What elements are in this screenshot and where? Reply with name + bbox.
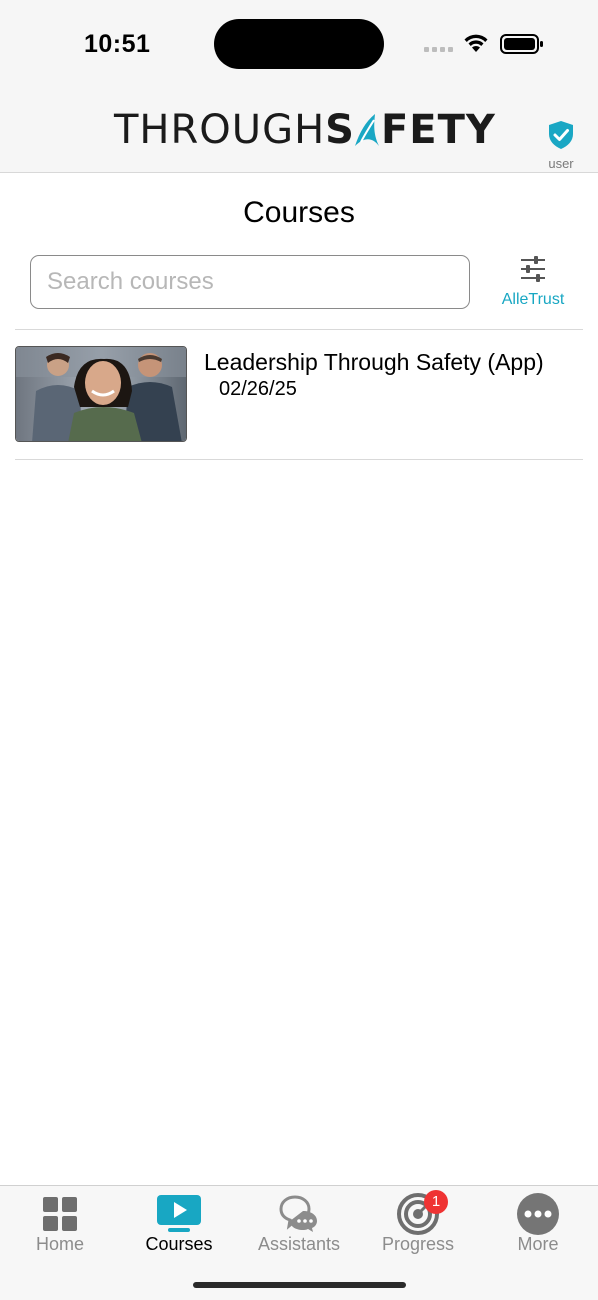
wifi-icon bbox=[464, 34, 488, 52]
chat-bubbles-icon bbox=[279, 1195, 317, 1232]
tab-assistants[interactable]: Assistants bbox=[239, 1194, 359, 1256]
dynamic-island bbox=[214, 19, 384, 69]
more-dots-icon bbox=[517, 1193, 559, 1235]
course-list-item[interactable]: Leadership Through Safety (App) 02/26/25 bbox=[15, 331, 583, 459]
battery-icon bbox=[500, 34, 543, 54]
sliders-icon bbox=[521, 256, 545, 282]
tab-courses[interactable]: Courses bbox=[119, 1194, 239, 1256]
leaf-a-icon bbox=[353, 112, 383, 148]
user-profile-button[interactable]: user bbox=[540, 120, 582, 171]
divider bbox=[15, 459, 583, 460]
cellular-signal-icon bbox=[424, 47, 453, 52]
filter-label: AlleTrust bbox=[501, 291, 565, 308]
tab-label: Courses bbox=[145, 1234, 213, 1254]
home-indicator bbox=[193, 1282, 406, 1288]
app-header: THROUGH S FETY user bbox=[0, 88, 598, 173]
user-label: user bbox=[548, 156, 574, 171]
throughsafety-logo: THROUGH S FETY bbox=[114, 107, 496, 153]
page-title: Courses bbox=[243, 196, 355, 229]
status-bar: 10:51 bbox=[0, 0, 598, 88]
filter-button[interactable]: AlleTrust bbox=[496, 256, 570, 308]
course-thumbnail bbox=[15, 346, 187, 442]
course-title: Leadership Through Safety (App) bbox=[204, 349, 544, 375]
verified-shield-icon bbox=[549, 121, 573, 149]
tab-label: More bbox=[517, 1234, 559, 1254]
status-time: 10:51 bbox=[84, 30, 151, 58]
tab-more[interactable]: More bbox=[478, 1193, 598, 1256]
tab-label: Progress bbox=[381, 1234, 455, 1254]
course-date: 02/26/25 bbox=[219, 378, 297, 400]
tab-progress[interactable]: 1 Progress bbox=[358, 1190, 478, 1256]
search-input[interactable] bbox=[30, 255, 470, 309]
tab-label: Home bbox=[35, 1234, 84, 1254]
grid-icon bbox=[43, 1197, 77, 1231]
notification-badge: 1 bbox=[424, 1190, 448, 1214]
divider bbox=[15, 329, 583, 330]
play-screen-icon bbox=[157, 1195, 201, 1232]
tab-home[interactable]: Home bbox=[0, 1194, 120, 1256]
tab-label: Assistants bbox=[257, 1234, 341, 1254]
